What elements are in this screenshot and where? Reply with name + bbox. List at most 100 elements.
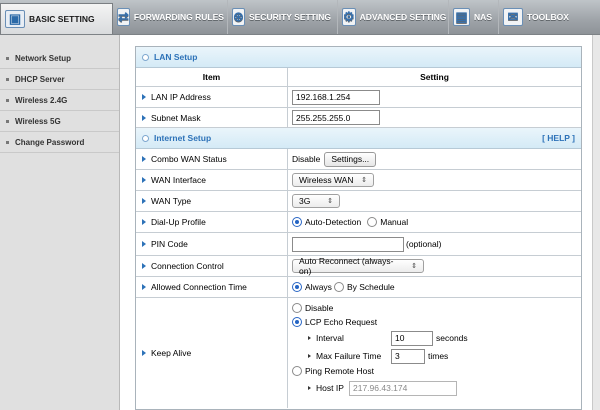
section-bullet-icon (142, 134, 149, 142)
forwarding-rules-icon: ⇄ (117, 8, 130, 26)
keepalive-lcp-option[interactable]: LCP Echo Request (292, 316, 377, 328)
max-failure-row: Max Failure Time times (292, 347, 448, 365)
arrow-icon (142, 219, 146, 225)
table-row: LAN IP Address (136, 87, 581, 108)
lan-setup-header: LAN Setup (136, 47, 581, 68)
wan-type-select[interactable]: 3G ⇕ (292, 194, 340, 208)
row-label: Subnet Mask (151, 112, 201, 123)
arrow-icon (308, 336, 311, 340)
top-nav-bar: ▣ BASIC SETTING ⇄ FORWARDING RULES ⊛ SEC… (0, 0, 600, 35)
radio-empty-icon[interactable] (292, 303, 302, 313)
arrow-icon (142, 156, 146, 162)
host-ip-row: Host IP (292, 379, 457, 397)
sidebar-item-label: Wireless 2.4G (15, 95, 68, 105)
table-header-row: Item Setting (136, 68, 581, 87)
row-label: WAN Type (151, 196, 192, 206)
host-ip-label: Host IP (316, 383, 344, 393)
row-label: PIN Code (151, 239, 188, 249)
basic-setting-icon: ▣ (5, 10, 25, 28)
select-value: 3G (299, 196, 311, 206)
sidebar-item-label: Change Password (15, 137, 85, 147)
tab-basic-setting[interactable]: ▣ BASIC SETTING (0, 3, 113, 34)
radio-empty-icon[interactable] (292, 366, 302, 376)
keepalive-disable-option[interactable]: Disable (292, 302, 333, 314)
arrow-icon (308, 354, 311, 358)
sidebar-item-label: Network Setup (15, 53, 72, 63)
dialup-auto-option[interactable]: Auto-Detection (292, 217, 361, 227)
arrow-icon (142, 241, 146, 247)
combo-wan-status: Disable (292, 154, 321, 164)
radio-empty-icon[interactable] (367, 217, 378, 227)
arrow-icon (308, 386, 311, 390)
settings-panel: LAN Setup Item Setting LAN IP Address Su… (135, 46, 582, 410)
row-label: Allowed Connection Time (151, 282, 247, 292)
sidebar: Network Setup DHCP Server Wireless 2.4G … (0, 35, 120, 410)
table-row: PIN Code (optional) (136, 233, 581, 256)
tab-advanced-setting[interactable]: ⚙ ADVANCED SETTING (338, 0, 449, 34)
nas-icon: ▤ (453, 8, 471, 26)
max-failure-label: Max Failure Time (316, 351, 382, 361)
select-value: Wireless WAN (299, 175, 354, 185)
help-link[interactable]: [ HELP ] (542, 133, 575, 143)
arrow-icon (142, 284, 146, 290)
row-label: LAN IP Address (151, 92, 211, 102)
sidebar-item-network-setup[interactable]: Network Setup (0, 48, 119, 69)
combo-settings-button[interactable]: Settings... (324, 151, 377, 167)
interval-label: Interval (316, 333, 344, 343)
right-margin (592, 35, 600, 410)
allowed-schedule-option[interactable]: By Schedule (333, 282, 395, 292)
arrow-icon (142, 114, 146, 121)
updown-arrow-icon: ⇕ (361, 177, 367, 184)
row-label: WAN Interface (151, 175, 206, 185)
radio-selected-icon[interactable] (292, 282, 302, 292)
sidebar-item-change-password[interactable]: Change Password (0, 132, 119, 153)
table-row: WAN Type 3G ⇕ (136, 191, 581, 212)
tab-label: TOOLBOX (527, 12, 569, 22)
interval-unit: seconds (436, 333, 468, 343)
pin-code-input[interactable] (292, 236, 404, 252)
tab-toolbox[interactable]: ✉ TOOLBOX (499, 0, 600, 34)
host-ip-input[interactable] (349, 380, 457, 396)
radio-selected-icon[interactable] (292, 317, 302, 327)
arrow-icon (142, 263, 146, 269)
arrow-icon (142, 177, 146, 183)
bullet-icon (6, 98, 9, 102)
row-label: Combo WAN Status (151, 154, 227, 164)
sidebar-item-label: DHCP Server (15, 74, 65, 84)
tab-label: SECURITY SETTING (248, 12, 331, 22)
connection-control-select[interactable]: Auto Reconnect (always-on) ⇕ (292, 256, 424, 276)
max-failure-unit: times (428, 351, 449, 361)
column-header-item: Item (136, 68, 288, 86)
radio-empty-icon[interactable] (333, 282, 344, 292)
max-failure-input[interactable] (391, 348, 425, 364)
row-label: Connection Control (151, 261, 224, 271)
wan-interface-select[interactable]: Wireless WAN ⇕ (292, 173, 374, 187)
pin-hint: (optional) (406, 239, 442, 249)
interval-input[interactable] (391, 330, 433, 346)
section-title: LAN Setup (154, 52, 198, 62)
keepalive-ping-option[interactable]: Ping Remote Host (292, 365, 374, 377)
dialup-manual-option[interactable]: Manual (367, 217, 408, 227)
tab-forwarding-rules[interactable]: ⇄ FORWARDING RULES (113, 0, 228, 34)
table-row: Dial-Up Profile Auto-Detection Manual (136, 212, 581, 233)
table-row: Combo WAN Status Disable Settings... (136, 149, 581, 170)
tab-security-setting[interactable]: ⊛ SECURITY SETTING (228, 0, 338, 34)
updown-arrow-icon: ⇕ (327, 198, 333, 205)
lan-ip-input[interactable] (292, 89, 380, 105)
tab-nas[interactable]: ▤ NAS (449, 0, 499, 34)
radio-selected-icon[interactable] (292, 217, 302, 227)
bullet-icon (6, 56, 9, 60)
bullet-icon (6, 140, 9, 144)
table-row: Keep Alive Disable LCP Echo Request Inte… (136, 298, 581, 408)
subnet-mask-input[interactable] (292, 110, 380, 125)
toolbox-icon: ✉ (503, 8, 523, 26)
column-header-setting: Setting (420, 72, 449, 82)
updown-arrow-icon: ⇕ (411, 263, 417, 270)
section-bullet-icon (142, 53, 149, 61)
sidebar-item-dhcp-server[interactable]: DHCP Server (0, 69, 119, 90)
allowed-always-option[interactable]: Always (292, 282, 332, 292)
sidebar-item-wireless-5g[interactable]: Wireless 5G (0, 111, 119, 132)
select-value: Auto Reconnect (always-on) (299, 256, 394, 276)
section-title: Internet Setup (154, 133, 212, 143)
sidebar-item-wireless-24g[interactable]: Wireless 2.4G (0, 90, 119, 111)
